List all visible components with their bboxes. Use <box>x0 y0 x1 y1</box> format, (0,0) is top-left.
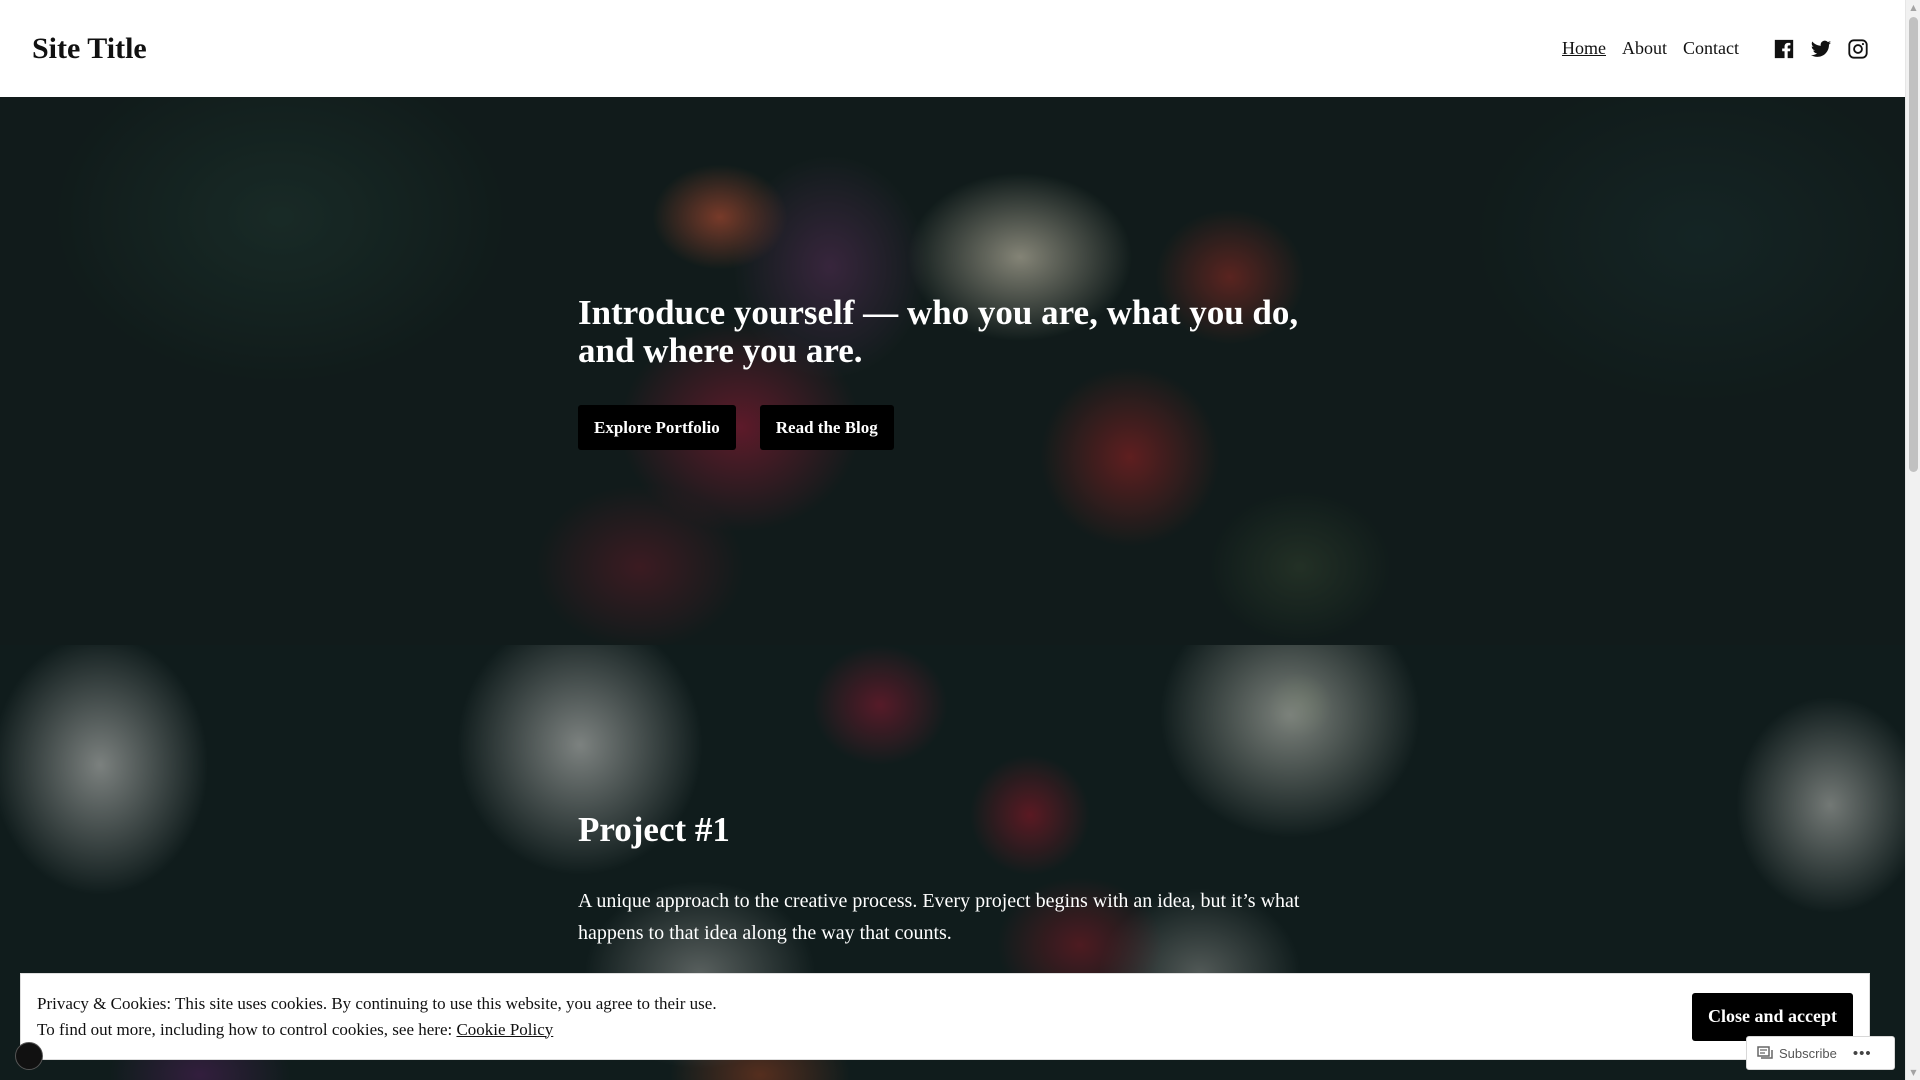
scrollbar[interactable]: ▲ ▼ <box>1905 0 1920 1080</box>
cookie-line-1: Privacy & Cookies: This site uses cookie… <box>37 993 717 1013</box>
more-options-button[interactable]: ••• <box>1853 1045 1872 1062</box>
explore-portfolio-button[interactable]: Explore Portfolio <box>578 405 736 450</box>
hero-section: Introduce yourself — who you are, what y… <box>0 97 1905 645</box>
cookie-line-2: To find out more, including how to contr… <box>37 1017 717 1043</box>
cookie-line-2-text: To find out more, including how to contr… <box>37 1019 457 1039</box>
scroll-down-arrow-icon[interactable]: ▼ <box>1906 1065 1920 1080</box>
subscribe-label: Subscribe <box>1779 1045 1837 1061</box>
cookie-banner: Privacy & Cookies: This site uses cookie… <box>20 973 1870 1060</box>
twitter-icon[interactable] <box>1810 38 1832 60</box>
nav-item-contact[interactable]: Contact <box>1683 38 1739 59</box>
subscribe-button[interactable]: Subscribe <box>1757 1046 1837 1061</box>
close-and-accept-button[interactable]: Close and accept <box>1692 992 1853 1041</box>
hero-heading: Introduce yourself — who you are, what y… <box>578 293 1299 370</box>
header-right: Home About Contact <box>1562 38 1873 60</box>
facebook-icon[interactable] <box>1773 38 1795 60</box>
social-links <box>1773 38 1869 60</box>
nav-item-home[interactable]: Home <box>1562 38 1606 59</box>
reader-icon <box>1757 1046 1773 1059</box>
primary-nav: Home About Contact <box>1562 38 1739 59</box>
nav-item-about[interactable]: About <box>1622 38 1667 59</box>
project-title: Project #1 <box>578 810 730 849</box>
cookie-text: Privacy & Cookies: This site uses cookie… <box>37 991 717 1043</box>
subscribe-bar: Subscribe ••• <box>1746 1036 1895 1070</box>
cookie-policy-link[interactable]: Cookie Policy <box>456 1020 553 1039</box>
scroll-up-arrow-icon[interactable]: ▲ <box>1906 0 1920 15</box>
site-title[interactable]: Site Title <box>32 32 147 66</box>
hero-content: Introduce yourself — who you are, what y… <box>578 294 1358 450</box>
project-content: Project #1 A unique approach to the crea… <box>578 810 1358 949</box>
scrollbar-thumb[interactable] <box>1909 17 1918 472</box>
hero-buttons: Explore Portfolio Read the Blog <box>578 405 1358 450</box>
site-header: Site Title Home About Contact <box>0 0 1905 97</box>
read-the-blog-button[interactable]: Read the Blog <box>759 405 894 450</box>
accessibility-toggle[interactable] <box>15 1042 43 1070</box>
project-description: A unique approach to the creative proces… <box>578 890 1300 944</box>
instagram-icon[interactable] <box>1847 38 1869 60</box>
